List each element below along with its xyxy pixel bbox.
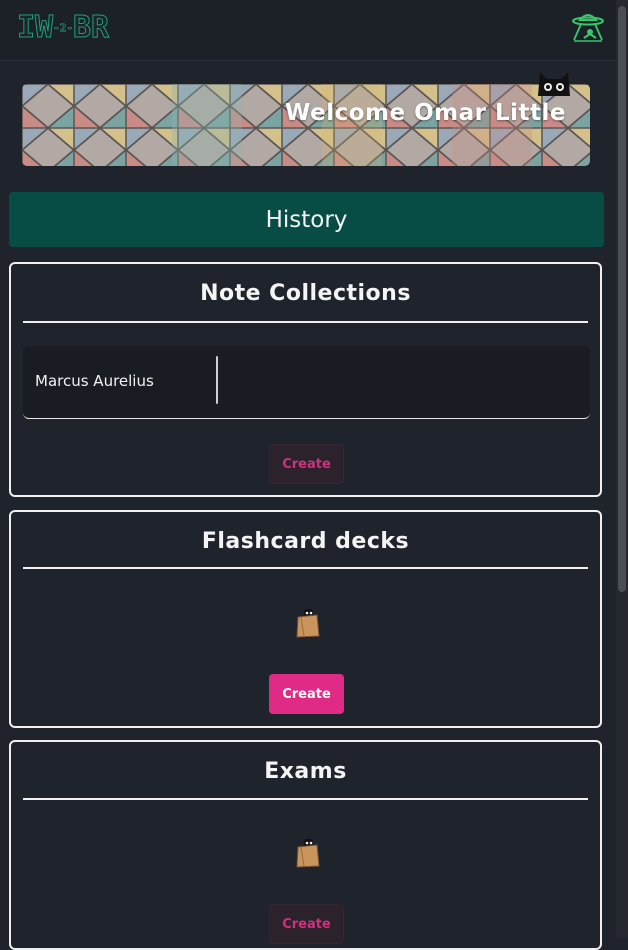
bag-icon <box>296 609 320 638</box>
create-note-collection-button[interactable]: Create <box>269 444 344 484</box>
exams-title: Exams <box>264 759 347 784</box>
top-navbar: IW-2-BR <box>0 0 616 61</box>
flashcard-decks-card: Flashcard decks Create <box>9 510 602 728</box>
bag-icon <box>296 839 320 868</box>
list-item[interactable]: Marcus Aurelius <box>23 346 590 419</box>
item-divider <box>216 356 218 404</box>
title-divider <box>23 321 588 323</box>
logo-text-left: IW <box>16 10 54 45</box>
scrollbar-thumb[interactable] <box>618 6 626 592</box>
ufo-icon[interactable] <box>570 10 606 44</box>
welcome-banner: Welcome Omar Little <box>22 84 590 166</box>
create-exam-button[interactable]: Create <box>269 904 344 944</box>
logo-text-right: BR <box>72 10 110 45</box>
history-label: History <box>265 206 348 233</box>
logo-text-small: -2- <box>53 21 73 35</box>
cat-icon <box>538 72 570 96</box>
note-collections-title: Note Collections <box>200 281 411 306</box>
flashcard-decks-title: Flashcard decks <box>201 529 410 554</box>
welcome-text: Welcome Omar Little <box>285 100 566 126</box>
history-button[interactable]: History <box>9 192 604 247</box>
exams-card: Exams Create <box>9 740 602 950</box>
app-logo[interactable]: IW-2-BR <box>16 10 110 46</box>
title-divider <box>23 567 588 569</box>
note-collections-card: Note Collections Marcus Aurelius Create <box>9 262 602 497</box>
title-divider <box>23 798 588 800</box>
create-flashcard-deck-button[interactable]: Create <box>269 674 344 714</box>
note-collection-label: Marcus Aurelius <box>35 372 154 390</box>
